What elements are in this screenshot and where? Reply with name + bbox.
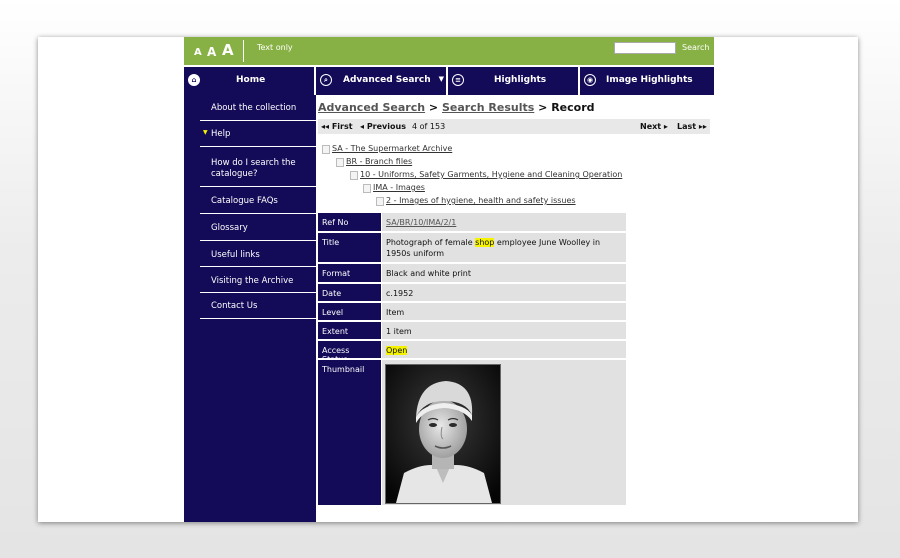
main-nav: ⌂ Home ⌕ Advanced Search ▼ ≡ Highlights … [184, 65, 714, 95]
sidebar: About the collection ▼ Help How do I sea… [184, 95, 316, 522]
record-position: 4 of 153 [412, 122, 446, 131]
double-left-arrow-icon: ◂◂ [321, 122, 330, 131]
nav-tab-home[interactable]: ⌂ Home [184, 67, 314, 95]
sidebar-item-faqs[interactable]: Catalogue FAQs [200, 187, 316, 214]
chevron-down-icon[interactable]: ▼ [439, 75, 444, 83]
field-value: Black and white print [382, 264, 626, 284]
field-value: SA/BR/10/IMA/2/1 [382, 213, 626, 233]
nav-tab-label: Advanced Search [343, 75, 431, 85]
sidebar-item-label: Help [211, 129, 231, 139]
field-label: Extent [318, 322, 381, 341]
nav-tab-label: Highlights [494, 75, 547, 85]
breadcrumb-advanced-search[interactable]: Advanced Search [318, 101, 425, 114]
next-label: Next [640, 122, 662, 131]
text-size-small-button[interactable]: A [194, 47, 202, 58]
search-button[interactable]: Search [682, 43, 709, 52]
sidebar-item-contact[interactable]: Contact Us [200, 293, 316, 319]
field-label: Format [318, 264, 381, 284]
previous-label: Previous [366, 122, 406, 131]
magnifier-icon: ⌕ [320, 74, 332, 86]
breadcrumb-separator: > [428, 101, 439, 114]
last-button[interactable]: Last ▸▸ [677, 122, 707, 131]
text-size-medium-button[interactable]: A [207, 45, 216, 59]
field-thumbnail: Thumbnail [318, 360, 626, 507]
eye-icon: ◉ [584, 74, 596, 86]
title-text: Photograph of female [386, 238, 476, 247]
sidebar-item-visiting[interactable]: Visiting the Archive [200, 267, 316, 293]
field-date: Date c.1952 [318, 284, 626, 303]
sidebar-item-how-to-search[interactable]: How do I search the catalogue? [200, 147, 316, 187]
right-arrow-icon: ▸ [663, 122, 668, 131]
sidebar-item-label: Glossary [211, 223, 248, 233]
hierarchy-link-level-3[interactable]: 10 - Uniforms, Safety Garments, Hygiene … [349, 170, 622, 180]
sidebar-edge [184, 95, 200, 522]
field-level: Level Item [318, 303, 626, 322]
hierarchy-link-level-2[interactable]: BR - Branch files [335, 157, 412, 167]
search-term-highlight: shop [475, 238, 495, 247]
previous-button[interactable]: ◂ Previous [360, 122, 406, 131]
sidebar-item-label: Catalogue FAQs [211, 196, 278, 206]
hierarchy-link-level-5[interactable]: 2 - Images of hygiene, health and safety… [376, 196, 576, 206]
next-button[interactable]: Next ▸ [640, 122, 668, 131]
field-label: Access Status [318, 341, 381, 364]
field-value: Item [382, 303, 626, 322]
field-label: Ref No [318, 213, 381, 233]
breadcrumb-current: Record [551, 101, 595, 114]
field-value: Photograph of female shop employee June … [382, 233, 626, 264]
field-ref-no: Ref No SA/BR/10/IMA/2/1 [318, 213, 626, 233]
breadcrumb: Advanced Search > Search Results > Recor… [318, 101, 595, 114]
sidebar-item-label: Visiting the Archive [211, 276, 294, 286]
field-value: c.1952 [382, 284, 626, 303]
sidebar-item-about[interactable]: About the collection [200, 95, 316, 121]
field-label: Thumbnail [318, 360, 381, 507]
field-access-status: Access Status Open [318, 341, 626, 364]
first-button[interactable]: ◂◂ First [321, 122, 353, 131]
sidebar-item-label: Contact Us [211, 301, 258, 311]
sidebar-item-glossary[interactable]: Glossary [200, 214, 316, 241]
left-arrow-icon: ◂ [360, 122, 365, 131]
caret-down-icon: ▼ [203, 129, 208, 136]
browser-window: A A A Text only Search ⌂ Home ⌕ Advanced… [38, 37, 858, 522]
field-label: Date [318, 284, 381, 303]
ref-no-link[interactable]: SA/BR/10/IMA/2/1 [386, 218, 456, 227]
hierarchy-link-level-1[interactable]: SA - The Supermarket Archive [321, 144, 452, 154]
first-label: First [331, 122, 353, 131]
field-extent: Extent 1 item [318, 322, 626, 341]
nav-tab-label: Home [236, 75, 266, 85]
text-size-large-button[interactable]: A [222, 41, 234, 59]
field-label: Title [318, 233, 381, 264]
access-status-value: Open [386, 346, 408, 355]
nav-tab-highlights[interactable]: ≡ Highlights [448, 67, 578, 95]
sidebar-item-label: About the collection [211, 103, 297, 113]
search-input[interactable] [614, 42, 676, 54]
field-value: 1 item [382, 322, 626, 341]
double-right-arrow-icon: ▸▸ [698, 122, 707, 131]
breadcrumb-separator: > [538, 101, 548, 114]
nav-tab-advanced-search[interactable]: ⌕ Advanced Search ▼ [316, 67, 446, 95]
sidebar-item-useful-links[interactable]: Useful links [200, 241, 316, 267]
home-icon: ⌂ [188, 74, 200, 86]
field-title: Title Photograph of female shop employee… [318, 233, 626, 264]
breadcrumb-search-results[interactable]: Search Results [442, 101, 534, 114]
document-icon: ≡ [452, 74, 464, 86]
field-format: Format Black and white print [318, 264, 626, 284]
thumbnail-image[interactable] [385, 364, 501, 504]
divider [243, 40, 244, 62]
nav-tab-image-highlights[interactable]: ◉ Image Highlights [580, 67, 714, 95]
record-pager: ◂◂ First ◂ Previous 4 of 153 Next ▸ Last… [318, 119, 710, 134]
portrait-photo [386, 365, 500, 503]
field-value: Open [382, 341, 626, 360]
text-only-link[interactable]: Text only [257, 43, 293, 52]
sidebar-item-label: Useful links [211, 250, 260, 260]
sidebar-item-label: How do I search the catalogue? [211, 158, 296, 179]
field-label: Level [318, 303, 381, 322]
hierarchy-link-level-4[interactable]: IMA - Images [363, 183, 425, 193]
nav-tab-label: Image Highlights [606, 75, 693, 85]
top-bar: A A A Text only Search [184, 37, 714, 65]
sidebar-item-help[interactable]: ▼ Help [200, 121, 316, 147]
last-label: Last [677, 122, 697, 131]
